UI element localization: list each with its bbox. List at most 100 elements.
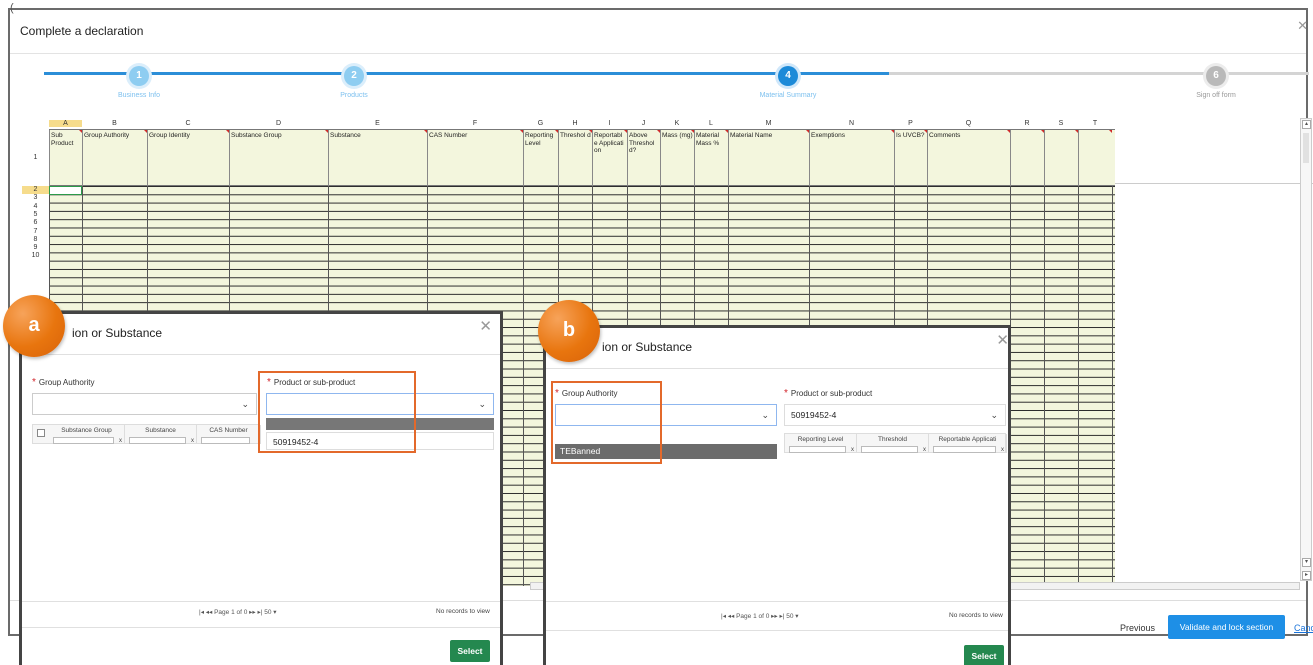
column-header-cell[interactable]: Material Name [728,130,809,187]
column-header-cell[interactable] [1044,130,1078,187]
column-letter[interactable]: B [82,120,147,127]
scroll-right-icon[interactable]: ▸ [1302,571,1311,580]
column-header-cell[interactable]: Group Identity [147,130,229,187]
column-header-cell[interactable]: Sub Product [49,130,82,187]
clear-filter-icon[interactable]: x [1001,445,1004,456]
filter-input[interactable] [53,437,114,444]
column-header-cell[interactable]: Comments [927,130,1010,187]
clear-filter-icon[interactable]: x [851,445,854,456]
close-icon[interactable]: ✕ [996,331,1009,349]
pager[interactable]: |◂ ◂◂ Page 1 of 0 ▸▸ ▸| 50 ▾ [721,612,799,620]
label-text: Product or sub-product [790,389,873,398]
column-header-cell[interactable]: Threshol d [558,130,592,187]
previous-button[interactable]: Previous [1120,623,1155,633]
column-header: Threshold x [857,434,929,453]
filter-input[interactable] [861,446,918,453]
step-products[interactable]: 2 Products [284,66,424,99]
column-header-cell[interactable]: Material Mass % [694,130,728,187]
row-number[interactable]: 4 [22,203,49,211]
column-header-cell[interactable]: Mass (mg) [660,130,694,187]
row-number[interactable]: 3 [22,194,49,202]
row-number[interactable]: 9 [22,244,49,252]
column-header-cell[interactable]: Exemptions [809,130,894,187]
column-letter[interactable]: T [1078,120,1112,127]
column-header-cell[interactable]: Above Threshol d? [627,130,660,187]
column-letter[interactable]: G [523,120,558,127]
vertical-scrollbar[interactable] [1300,118,1312,581]
cancel-link[interactable]: Cancel [1294,623,1313,633]
window-title: Complete a declaration [20,24,144,38]
group-authority-select[interactable]: ⌄ [32,393,257,415]
filter-input[interactable] [933,446,996,453]
column-header-cell[interactable]: Substance [328,130,427,187]
column-letter[interactable]: E [328,120,427,127]
row-number[interactable]: 6 [22,219,49,227]
badge-b: b [538,300,600,362]
column-header: Reporting Level x [785,434,857,453]
chevron-down-icon: ⌄ [990,410,998,420]
column-letter[interactable]: D [229,120,328,127]
column-letter[interactable]: R [1010,120,1044,127]
step-label: Business Info [117,92,161,99]
row-number[interactable]: 2 [22,186,49,194]
column-title: Substance [145,427,176,434]
pager[interactable]: |◂ ◂◂ Page 1 of 0 ▸▸ ▸| 50 ▾ [199,608,277,616]
column-letter[interactable]: Q [927,120,1010,127]
validate-and-lock-button[interactable]: Validate and lock section [1168,615,1285,639]
top-paren-fragment: ( [10,2,14,14]
row-number[interactable]: 10 [22,252,49,260]
column-letter[interactable]: C [147,120,229,127]
step-number: 4 [778,66,798,86]
column-letter[interactable]: L [694,120,728,127]
clear-filter-icon[interactable]: x [191,436,194,447]
column-letter[interactable]: I [592,120,627,127]
column-header-cell[interactable]: CAS Number [427,130,523,187]
column-header-cell[interactable] [1010,130,1044,187]
required-asterisk: * [32,377,36,388]
screenshot-stage: ( ✕ Complete a declaration 1 Business In… [0,0,1313,665]
filter-input[interactable] [201,437,250,444]
column-header-cell[interactable]: Reporting Level [523,130,558,187]
row-number[interactable]: 5 [22,211,49,219]
dialog-b: ion or Substance ✕ * Group Authority ⌄ TE… [543,325,1011,665]
column-header-cell[interactable] [1078,130,1112,187]
selected-cell-a2[interactable] [49,186,82,195]
select-button[interactable]: Select [964,645,1004,665]
column-letter[interactable]: K [660,120,694,127]
scroll-down-icon[interactable]: ▾ [1302,558,1311,567]
select-all-checkbox[interactable] [37,429,45,437]
filter-input[interactable] [789,446,846,453]
column-letter[interactable]: A [49,120,82,127]
column-header-cell[interactable]: Substance Group [229,130,328,187]
step-label: Products [340,92,368,99]
column-title: Substance Group [61,427,112,434]
column-header-cell[interactable]: Reportabl e Applicati on [592,130,627,187]
column-letter[interactable]: S [1044,120,1078,127]
product-label: * Product or sub-product [784,388,872,399]
row-number[interactable]: 7 [22,228,49,236]
column-letter[interactable]: H [558,120,592,127]
scroll-up-icon[interactable]: ▴ [1302,120,1311,129]
spreadsheet-header-row: Sub Product Group Authority Group Identity… [49,129,1115,187]
clear-filter-icon[interactable]: x [119,436,122,447]
column-letter[interactable]: M [728,120,809,127]
column-header-cell[interactable]: Group Authority [82,130,147,187]
select-button[interactable]: Select [450,640,490,662]
row-number[interactable]: 8 [22,236,49,244]
column-letter[interactable]: F [427,120,523,127]
filter-input[interactable] [129,437,186,444]
scrollbar-thumb[interactable] [1303,133,1309,163]
column-header-cell[interactable]: Is UVCB? [894,130,927,187]
step-material-summary[interactable]: 4 Material Summary [718,66,858,99]
row-number[interactable]: 1 [22,153,49,163]
close-icon[interactable]: ✕ [479,317,492,335]
column-letter[interactable]: N [809,120,894,127]
clear-filter-icon[interactable]: x [923,445,926,456]
step-business-info[interactable]: 1 Business Info [69,66,209,99]
column-letter[interactable]: J [627,120,660,127]
step-sign-off-form[interactable]: 6 Sign off form [1146,66,1286,99]
column-letter[interactable]: P [894,120,927,127]
close-icon[interactable]: ✕ [1297,18,1308,34]
required-asterisk: * [784,388,788,399]
product-select[interactable]: 50919452-4 ⌄ [784,404,1006,426]
